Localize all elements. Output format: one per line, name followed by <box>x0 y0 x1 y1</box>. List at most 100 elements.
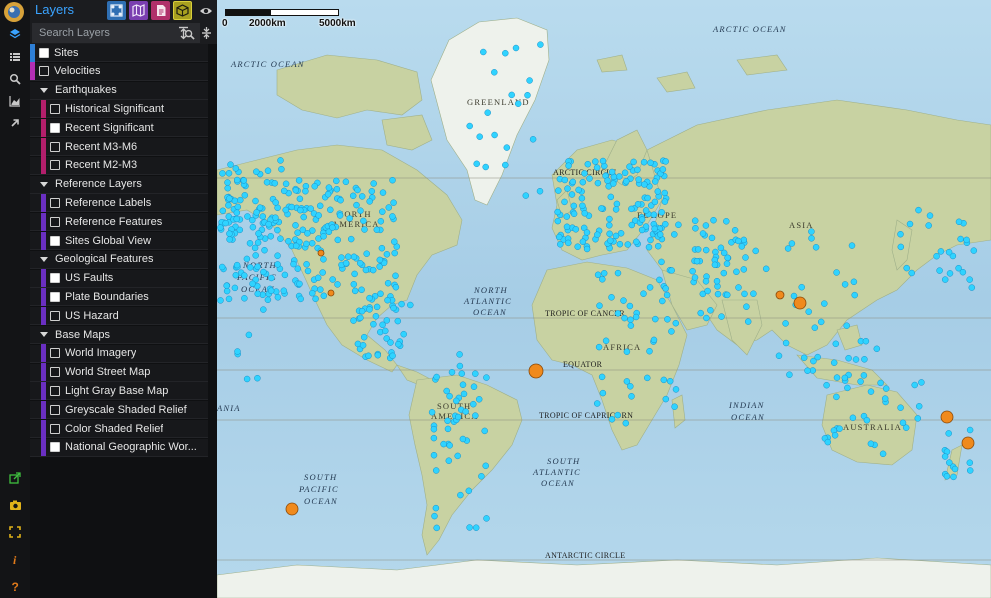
site-marker[interactable] <box>692 225 699 232</box>
site-marker[interactable] <box>384 279 392 287</box>
site-marker[interactable] <box>903 264 910 272</box>
site-marker[interactable] <box>946 459 953 466</box>
site-marker[interactable] <box>297 206 304 214</box>
site-marker[interactable] <box>702 222 710 229</box>
site-marker[interactable] <box>379 189 387 196</box>
site-marker[interactable] <box>743 303 750 310</box>
site-marker[interactable] <box>599 276 606 283</box>
site-marker[interactable] <box>236 226 244 234</box>
site-marker[interactable] <box>491 69 498 76</box>
site-marker[interactable] <box>740 266 748 273</box>
site-marker[interactable] <box>563 223 571 231</box>
site-marker[interactable] <box>660 376 668 384</box>
site-marker[interactable] <box>303 261 310 268</box>
layer-checkbox[interactable] <box>39 47 49 58</box>
site-marker[interactable] <box>662 395 670 403</box>
site-marker[interactable] <box>222 219 229 227</box>
site-marker[interactable] <box>325 184 333 191</box>
site-marker[interactable] <box>733 268 740 276</box>
site-marker[interactable] <box>873 345 881 353</box>
site-marker[interactable] <box>610 180 617 187</box>
site-marker[interactable] <box>369 266 377 274</box>
earthquake-marker[interactable] <box>285 502 299 516</box>
site-marker[interactable] <box>672 386 680 393</box>
layer-checkbox[interactable] <box>50 367 60 378</box>
site-marker[interactable] <box>595 343 603 351</box>
site-marker[interactable] <box>702 278 710 285</box>
site-marker[interactable] <box>906 220 914 228</box>
site-marker[interactable] <box>849 414 857 422</box>
site-marker[interactable] <box>232 271 240 279</box>
site-marker[interactable] <box>252 252 259 259</box>
site-marker[interactable] <box>338 254 345 261</box>
site-marker[interactable] <box>247 264 254 271</box>
site-marker[interactable] <box>798 283 805 291</box>
chevron-down-icon[interactable] <box>40 256 48 262</box>
site-marker[interactable] <box>661 189 668 197</box>
site-marker[interactable] <box>297 295 304 303</box>
layer-checkbox[interactable] <box>50 423 60 434</box>
site-marker[interactable] <box>337 196 344 204</box>
site-marker[interactable] <box>963 236 970 244</box>
site-marker[interactable] <box>594 231 601 238</box>
site-marker[interactable] <box>327 206 334 214</box>
site-marker[interactable] <box>277 157 284 164</box>
site-marker[interactable] <box>617 230 625 237</box>
cube-icon[interactable] <box>173 1 192 20</box>
site-marker[interactable] <box>362 266 370 274</box>
site-marker[interactable] <box>614 411 621 419</box>
site-marker[interactable] <box>691 274 699 281</box>
site-marker[interactable] <box>333 177 340 185</box>
site-marker[interactable] <box>831 432 839 439</box>
site-marker[interactable] <box>454 413 462 421</box>
site-marker[interactable] <box>241 295 248 302</box>
site-marker[interactable] <box>443 387 450 395</box>
site-marker[interactable] <box>718 313 725 320</box>
site-marker[interactable] <box>647 159 654 167</box>
site-marker[interactable] <box>360 333 368 341</box>
site-marker[interactable] <box>735 284 742 291</box>
site-marker[interactable] <box>857 378 864 385</box>
site-marker[interactable] <box>915 403 923 410</box>
site-marker[interactable] <box>945 430 952 437</box>
site-marker[interactable] <box>370 180 377 187</box>
help-icon[interactable]: ? <box>0 575 30 597</box>
site-marker[interactable] <box>624 241 632 248</box>
site-marker[interactable] <box>607 193 615 201</box>
site-marker[interactable] <box>303 240 310 248</box>
site-marker[interactable] <box>908 269 915 277</box>
site-marker[interactable] <box>522 192 530 199</box>
site-marker[interactable] <box>616 240 624 248</box>
site-marker[interactable] <box>377 218 385 225</box>
site-marker[interactable] <box>378 244 386 252</box>
site-marker[interactable] <box>946 270 954 277</box>
site-marker[interactable] <box>941 276 949 283</box>
site-marker[interactable] <box>433 373 440 381</box>
site-marker[interactable] <box>671 403 678 410</box>
site-marker[interactable] <box>959 268 967 276</box>
site-marker[interactable] <box>694 246 702 253</box>
site-marker[interactable] <box>466 524 473 531</box>
site-marker[interactable] <box>254 374 261 382</box>
site-marker[interactable] <box>223 282 230 289</box>
site-marker[interactable] <box>260 268 267 276</box>
site-marker[interactable] <box>482 163 489 171</box>
site-marker[interactable] <box>255 230 262 237</box>
site-marker[interactable] <box>314 274 322 282</box>
site-marker[interactable] <box>351 287 359 295</box>
layer-item-recent-m2-m3[interactable]: Recent M2-M3 <box>30 156 208 175</box>
site-marker[interactable] <box>280 287 288 294</box>
site-marker[interactable] <box>253 168 260 175</box>
site-marker[interactable] <box>650 211 658 218</box>
site-marker[interactable] <box>233 176 241 184</box>
site-marker[interactable] <box>662 220 669 228</box>
site-marker[interactable] <box>320 233 327 240</box>
site-marker[interactable] <box>707 307 714 314</box>
site-marker[interactable] <box>470 400 477 408</box>
site-marker[interactable] <box>672 319 680 327</box>
layer-checkbox[interactable] <box>50 216 60 227</box>
arrow-icon[interactable] <box>0 112 30 134</box>
site-marker[interactable] <box>342 259 350 267</box>
site-marker[interactable] <box>300 213 307 221</box>
site-marker[interactable] <box>786 371 793 378</box>
